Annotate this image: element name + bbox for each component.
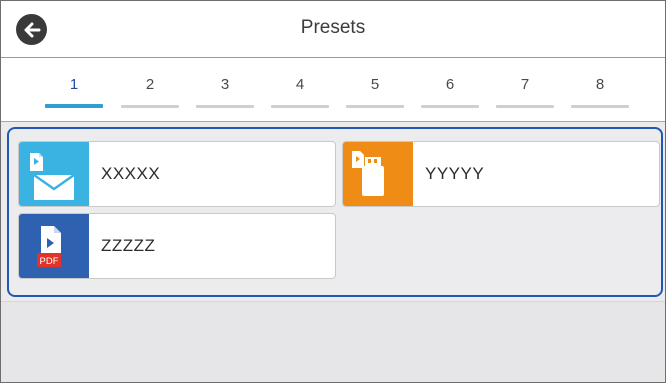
tab-label: 2 (145, 76, 155, 93)
presets-screen: Presets 1 2 3 4 5 6 7 8 XXXXX YYYYY PDF … (0, 0, 666, 383)
tab-6[interactable]: 6 (421, 58, 479, 118)
svg-text:PDF: PDF (40, 256, 59, 267)
tab-label: 8 (595, 76, 605, 93)
preset-button-yyyyy[interactable]: YYYYY (342, 141, 660, 207)
scan-to-pdf-icon: PDF (19, 214, 89, 278)
tab-indicator (121, 105, 179, 108)
tab-1[interactable]: 1 (45, 58, 103, 118)
preset-grid: XXXXX YYYYY PDF ZZZZZ (7, 127, 663, 297)
tab-5[interactable]: 5 (346, 58, 404, 118)
preset-label: ZZZZZ (101, 236, 156, 255)
tab-7[interactable]: 7 (496, 58, 554, 118)
tab-indicator (346, 105, 404, 108)
footer-area (1, 301, 665, 382)
preset-button-zzzzz[interactable]: PDF ZZZZZ (18, 213, 336, 279)
tab-label: 4 (295, 76, 305, 93)
tab-label: 1 (69, 76, 79, 93)
preset-label: XXXXX (101, 164, 161, 183)
tab-3[interactable]: 3 (196, 58, 254, 118)
tab-8[interactable]: 8 (571, 58, 629, 118)
tab-label: 6 (445, 76, 455, 93)
tab-2[interactable]: 2 (121, 58, 179, 118)
tab-4[interactable]: 4 (271, 58, 329, 118)
tab-label: 3 (220, 76, 230, 93)
tab-indicator (271, 105, 329, 108)
tab-indicator (496, 105, 554, 108)
tab-indicator (571, 105, 629, 108)
preset-button-xxxxx[interactable]: XXXXX (18, 141, 336, 207)
tab-label: 5 (370, 76, 380, 93)
scan-to-memory-device-icon (343, 142, 413, 206)
page-title: Presets (300, 17, 366, 38)
tab-indicator (196, 105, 254, 108)
tab-label: 7 (520, 76, 530, 93)
preset-page-tabs: 1 2 3 4 5 6 7 8 (1, 58, 665, 122)
scan-to-email-icon (19, 142, 89, 206)
preset-label: YYYYY (425, 164, 485, 183)
header: Presets (1, 1, 665, 58)
tab-indicator (421, 105, 479, 108)
tab-indicator (45, 104, 103, 108)
